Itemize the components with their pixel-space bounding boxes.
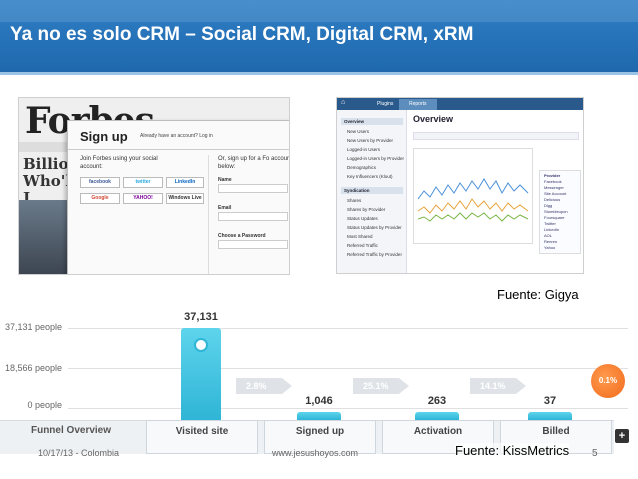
password-label: Choose a Password [218,233,266,239]
y-label-max: 37,131 people [4,322,62,332]
gigya-chart-svg [417,178,529,222]
sidebar-item[interactable]: Referred Traffic [347,243,378,248]
overall-rate-badge: 0.1% [591,364,625,398]
count-activation: 263 [427,395,447,407]
title-bar: Ya no es solo CRM – Social CRM, Digital … [0,0,638,72]
legend-item: Delicious [544,197,561,202]
home-icon[interactable]: ⌂ [341,99,345,106]
legend-item: Site Account [544,191,567,196]
login-link[interactable]: Already have an account? Log in [140,133,213,139]
gigya-filters [413,132,579,140]
twitter-button[interactable]: twitter [123,177,163,188]
google-button[interactable]: Google [80,193,120,204]
modal-divider [68,149,289,150]
legend-item: Twitter [544,221,556,226]
legend-item: Provider [544,173,561,178]
rate-arrow-2: 25.1% [353,378,409,394]
sidebar-item[interactable]: Demographics [347,165,376,170]
modal-separator [208,155,209,274]
sidebar-item[interactable]: New Users [347,129,369,134]
legend-item: AOL [544,233,553,238]
gridline [68,328,628,329]
funnel-bar-activation [415,412,459,420]
sidebar-item[interactable]: Most Shared [347,234,373,239]
legend-item: Messenger [544,185,564,190]
source-gigya: Fuente: Gigya [497,287,579,302]
sidebar-item[interactable]: Key Influencers (Klout) [347,174,393,179]
yahoo-button[interactable]: YAHOO! [123,193,163,204]
gigya-overview-title: Overview [413,114,454,124]
gigya-line-chart [413,148,533,244]
email-field[interactable] [218,212,288,221]
email-label: Email [218,205,232,211]
legend-item: Yahoo [544,245,556,250]
series-line-3 [417,212,529,222]
y-label-zero: 0 people [27,400,62,410]
legend-item: Foursquare [544,215,565,220]
count-billed: 37 [543,395,557,407]
tab-reports[interactable]: Reports [399,99,437,110]
password-field[interactable] [218,240,288,249]
legend-item: Renren [544,239,558,244]
sidebar-item[interactable]: Shares by Provider [347,207,385,212]
gigya-legend: Provider Facebook Messenger Site Account… [539,170,581,254]
count-visited: 37,131 [184,311,218,323]
signup-modal: Sign up Already have an account? Log in … [67,120,290,274]
rate-arrow-1: 2.8% [236,378,292,394]
stage-visited-site[interactable]: Visited site [146,420,258,454]
or-title: Or, sign up for a Fo account below: [218,156,290,170]
slide-title: Ya no es solo CRM – Social CRM, Digital … [10,24,474,45]
gigya-sidebar: Overview New Users New Users by Provider… [337,110,407,273]
sidebar-item[interactable]: Status Updates by Provider [347,225,402,230]
legend-item: LinkedIn [544,227,560,232]
sidebar-item[interactable]: New Users by Provider [347,138,393,143]
name-field[interactable] [218,184,288,193]
series-line-2 [417,198,529,214]
funnel-bar-billed [528,412,572,420]
title-shine [0,0,638,22]
count-signed-up: 1,046 [305,395,333,407]
legend-item: Stumbleupon [544,209,568,214]
gridline [68,408,628,409]
series-line-1 [417,178,529,200]
add-step-button[interactable]: + [615,429,629,443]
slide: Ya no es solo CRM – Social CRM, Digital … [0,0,638,479]
sidebar-section-syndication[interactable]: Syndication [341,187,403,194]
title-underline [0,72,638,75]
y-label-mid: 18,566 people [4,363,62,373]
facebook-button[interactable]: facebook [80,177,120,188]
social-title: Join Forbes using your social account: [80,156,158,170]
source-kissmetrics: Fuente: KissMetrics [455,443,570,458]
name-label: Name [218,177,232,183]
footer-date: 10/17/13 - Colombia [38,448,120,458]
linkedin-button[interactable]: LinkedIn [166,177,204,188]
sidebar-item[interactable]: Referred Traffic by Provider [347,252,402,257]
funnel-bar-signed-up [297,412,341,420]
windows-live-button[interactable]: Windows Live [166,193,204,204]
sidebar-section-overview[interactable]: Overview [341,118,403,125]
sidebar-item[interactable]: Shares [347,198,361,203]
sidebar-item[interactable]: Logged-in Users by Provider [347,156,404,161]
signup-title: Sign up [80,129,128,144]
gigya-screenshot: ⌂ Plugins Reports Overview New Users New… [336,97,584,274]
gridline [68,368,628,369]
sidebar-item[interactable]: Status Updates [347,216,378,221]
sidebar-item[interactable]: Logged-in Users [347,147,380,152]
legend-item: Digg [544,203,553,208]
tab-plugins[interactable]: Plugins [367,99,403,110]
pin-icon [194,338,208,352]
gigya-topbar: ⌂ Plugins Reports [337,98,583,110]
page-number: 5 [592,448,598,459]
forbes-photo [19,200,71,274]
footer-site: www.jesushoyos.com [272,448,359,458]
legend-item: Facebook [544,179,562,184]
forbes-screenshot: Forbes Billionai Who'll J Sign up Alread… [18,97,290,275]
rate-arrow-3: 14.1% [470,378,526,394]
